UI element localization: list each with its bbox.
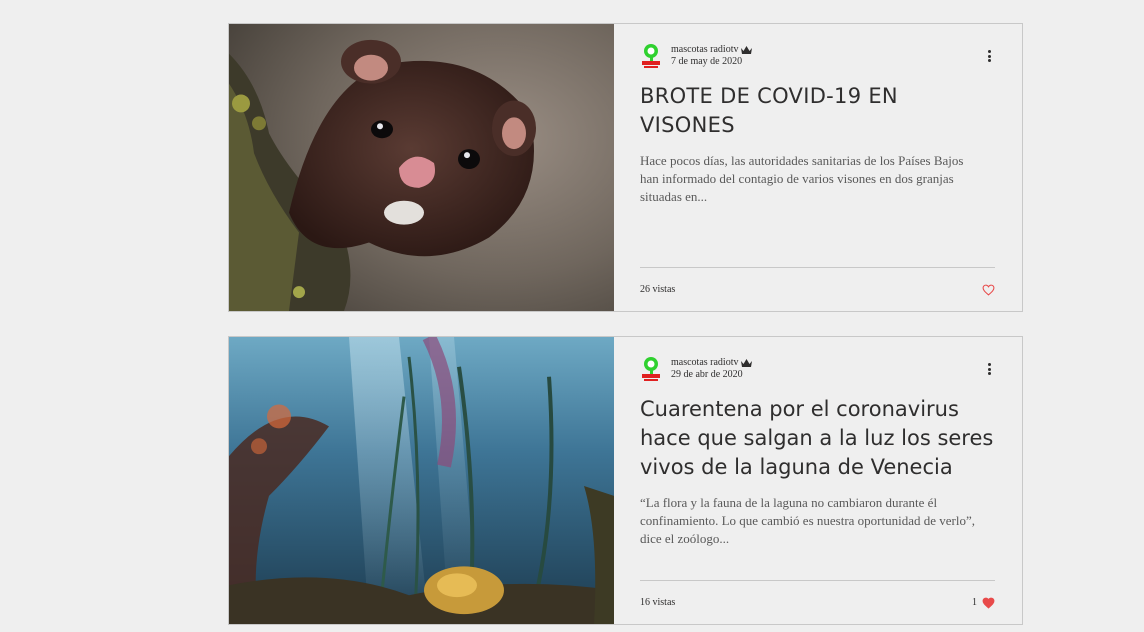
more-options-icon[interactable] xyxy=(986,50,992,64)
view-count: 16 vistas xyxy=(640,597,676,608)
post-footer: 26 vistas xyxy=(640,267,995,311)
author-avatar[interactable] xyxy=(640,42,662,70)
blog-post-card[interactable]: mascotas radiotv 7 de may de 2020 BROTE … xyxy=(228,23,1023,312)
crown-icon xyxy=(741,45,753,54)
author-name[interactable]: mascotas radiotv xyxy=(671,44,753,55)
post-date: 29 de abr de 2020 xyxy=(671,369,743,380)
radio-logo-icon xyxy=(642,44,660,68)
author-name[interactable]: mascotas radiotv xyxy=(671,357,753,368)
author-name-text: mascotas radiotv xyxy=(671,44,739,55)
like-button[interactable]: 1 xyxy=(972,597,995,609)
like-count: 1 xyxy=(972,597,977,608)
post-excerpt: Hace pocos días, las autoridades sanitar… xyxy=(640,153,964,204)
post-date: 7 de may de 2020 xyxy=(671,56,743,67)
radio-logo-icon xyxy=(642,357,660,381)
underwater-lagoon-image xyxy=(229,337,614,624)
like-button[interactable] xyxy=(977,284,995,296)
crown-icon xyxy=(741,358,753,367)
author-avatar[interactable] xyxy=(640,355,662,383)
post-title[interactable]: Cuarentena por el coronavirus hace que s… xyxy=(640,395,995,482)
post-cover-image[interactable] xyxy=(229,337,614,624)
post-footer: 16 vistas 1 xyxy=(640,580,995,624)
more-options-icon[interactable] xyxy=(986,363,992,377)
post-excerpt: “La flora y la fauna de la laguna no cam… xyxy=(640,495,976,546)
author-name-text: mascotas radiotv xyxy=(671,357,739,368)
heart-icon xyxy=(982,284,995,296)
blog-post-card[interactable]: mascotas radiotv 29 de abr de 2020 Cuare… xyxy=(228,336,1023,625)
post-cover-image[interactable] xyxy=(229,24,614,311)
heart-icon xyxy=(982,597,995,609)
view-count: 26 vistas xyxy=(640,284,676,295)
mink-image xyxy=(229,24,614,311)
post-title[interactable]: BROTE DE COVID-19 EN VISONES xyxy=(640,82,995,140)
